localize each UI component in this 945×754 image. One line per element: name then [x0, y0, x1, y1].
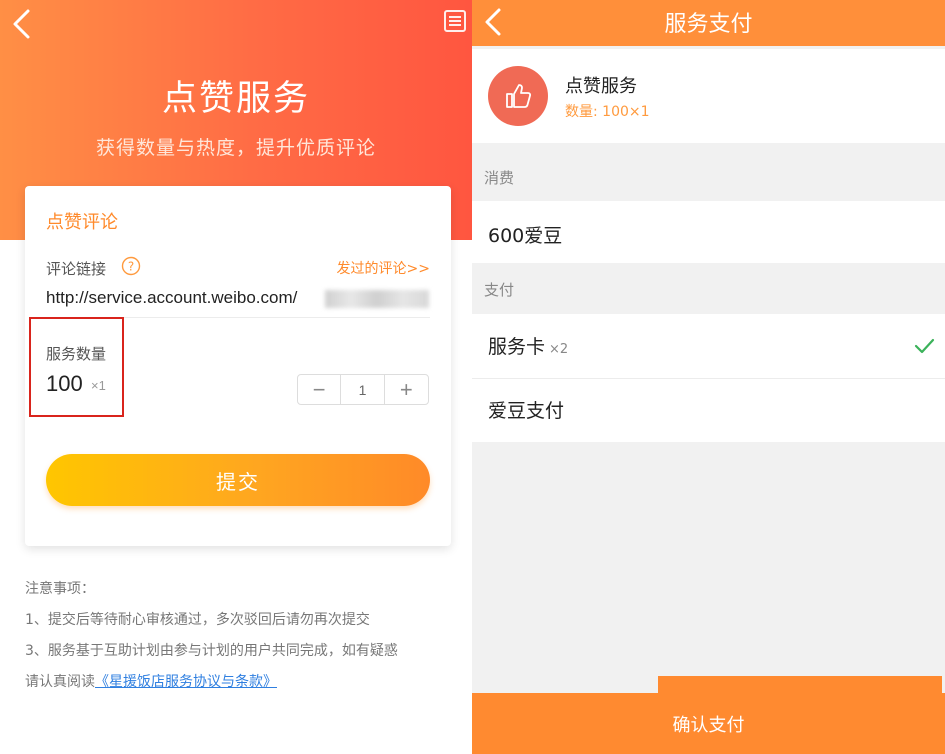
card-title: 点赞评论 [46, 212, 118, 233]
bottom-tab [658, 676, 942, 693]
payment-method-name: 服务卡 [488, 336, 546, 358]
note-item: 1、提交后等待耐心审核通过，多次驳回后请勿再次提交 [25, 612, 370, 628]
confirm-payment-button[interactable]: 确认支付 [472, 693, 945, 754]
consume-amount: 600爱豆 [488, 225, 563, 247]
comment-link-label: 评论链接 [46, 260, 107, 278]
note-item: 3、服务基于互助计划由参与计划的用户共同完成，如有疑惑 [25, 643, 398, 659]
svg-text:?: ? [128, 260, 134, 274]
previous-comments-link[interactable]: 发过的评论>> [337, 258, 430, 278]
record-list-button[interactable] [442, 8, 468, 34]
service-name: 点赞服务 [565, 76, 637, 97]
back-button[interactable] [6, 6, 36, 42]
payment-method-name: 爱豆支付 [488, 400, 565, 422]
question-icon: ? [121, 256, 141, 276]
note-read-prefix: 请认真阅读 [25, 674, 95, 690]
quantity-stepper: − 1 + [297, 374, 429, 405]
payment-method-multiplier: ×2 [549, 342, 569, 357]
help-button[interactable]: ? [121, 256, 141, 276]
payment-method-service-card[interactable]: 服务卡 ×2 [472, 314, 945, 378]
notes-section: 注意事项： 1、提交后等待耐心审核通过，多次驳回后请勿再次提交 3、服务基于互助… [25, 574, 455, 698]
pay-section-label: 支付 [484, 281, 515, 299]
payment-method-label: 服务卡 ×2 [488, 332, 568, 359]
service-request-screen: 点赞服务 获得数量与热度，提升优质评论 点赞评论 评论链接 ? 发过的评论>> … [0, 0, 472, 754]
service-summary: 点赞服务 数量: 100×1 [472, 49, 945, 143]
page-title: 点赞服务 [161, 79, 310, 119]
redacted-url-blur [325, 290, 429, 308]
consume-section-label: 消费 [484, 169, 515, 187]
decrement-button[interactable]: − [298, 375, 342, 404]
chevron-left-icon [13, 9, 30, 39]
list-icon [444, 10, 466, 32]
payment-screen: 服务支付 点赞服务 数量: 100×1 消费 600爱豆 支付 服务卡 ×2 爱豆… [472, 0, 945, 754]
increment-button[interactable]: + [385, 375, 428, 404]
stepper-value[interactable]: 1 [341, 375, 385, 404]
payment-methods: 服务卡 ×2 爱豆支付 [472, 314, 945, 442]
consume-row: 600爱豆 [472, 201, 945, 263]
quantity-highlight-box [29, 317, 124, 417]
notes-title: 注意事项： [25, 581, 95, 597]
service-quantity: 数量: 100×1 [565, 104, 650, 120]
page-title: 服务支付 [664, 12, 753, 37]
note-read-line: 请认真阅读《星援饭店服务协议与条款》 [25, 667, 455, 698]
payment-method-idou[interactable]: 爱豆支付 [472, 379, 945, 442]
bottom-notch [472, 676, 658, 693]
agreement-link[interactable]: 《星援饭店服务协议与条款》 [95, 674, 277, 690]
page-subtitle: 获得数量与热度，提升优质评论 [95, 137, 376, 159]
submit-button[interactable]: 提交 [46, 454, 430, 506]
thumbs-up-icon [488, 66, 548, 126]
check-icon [914, 338, 935, 354]
